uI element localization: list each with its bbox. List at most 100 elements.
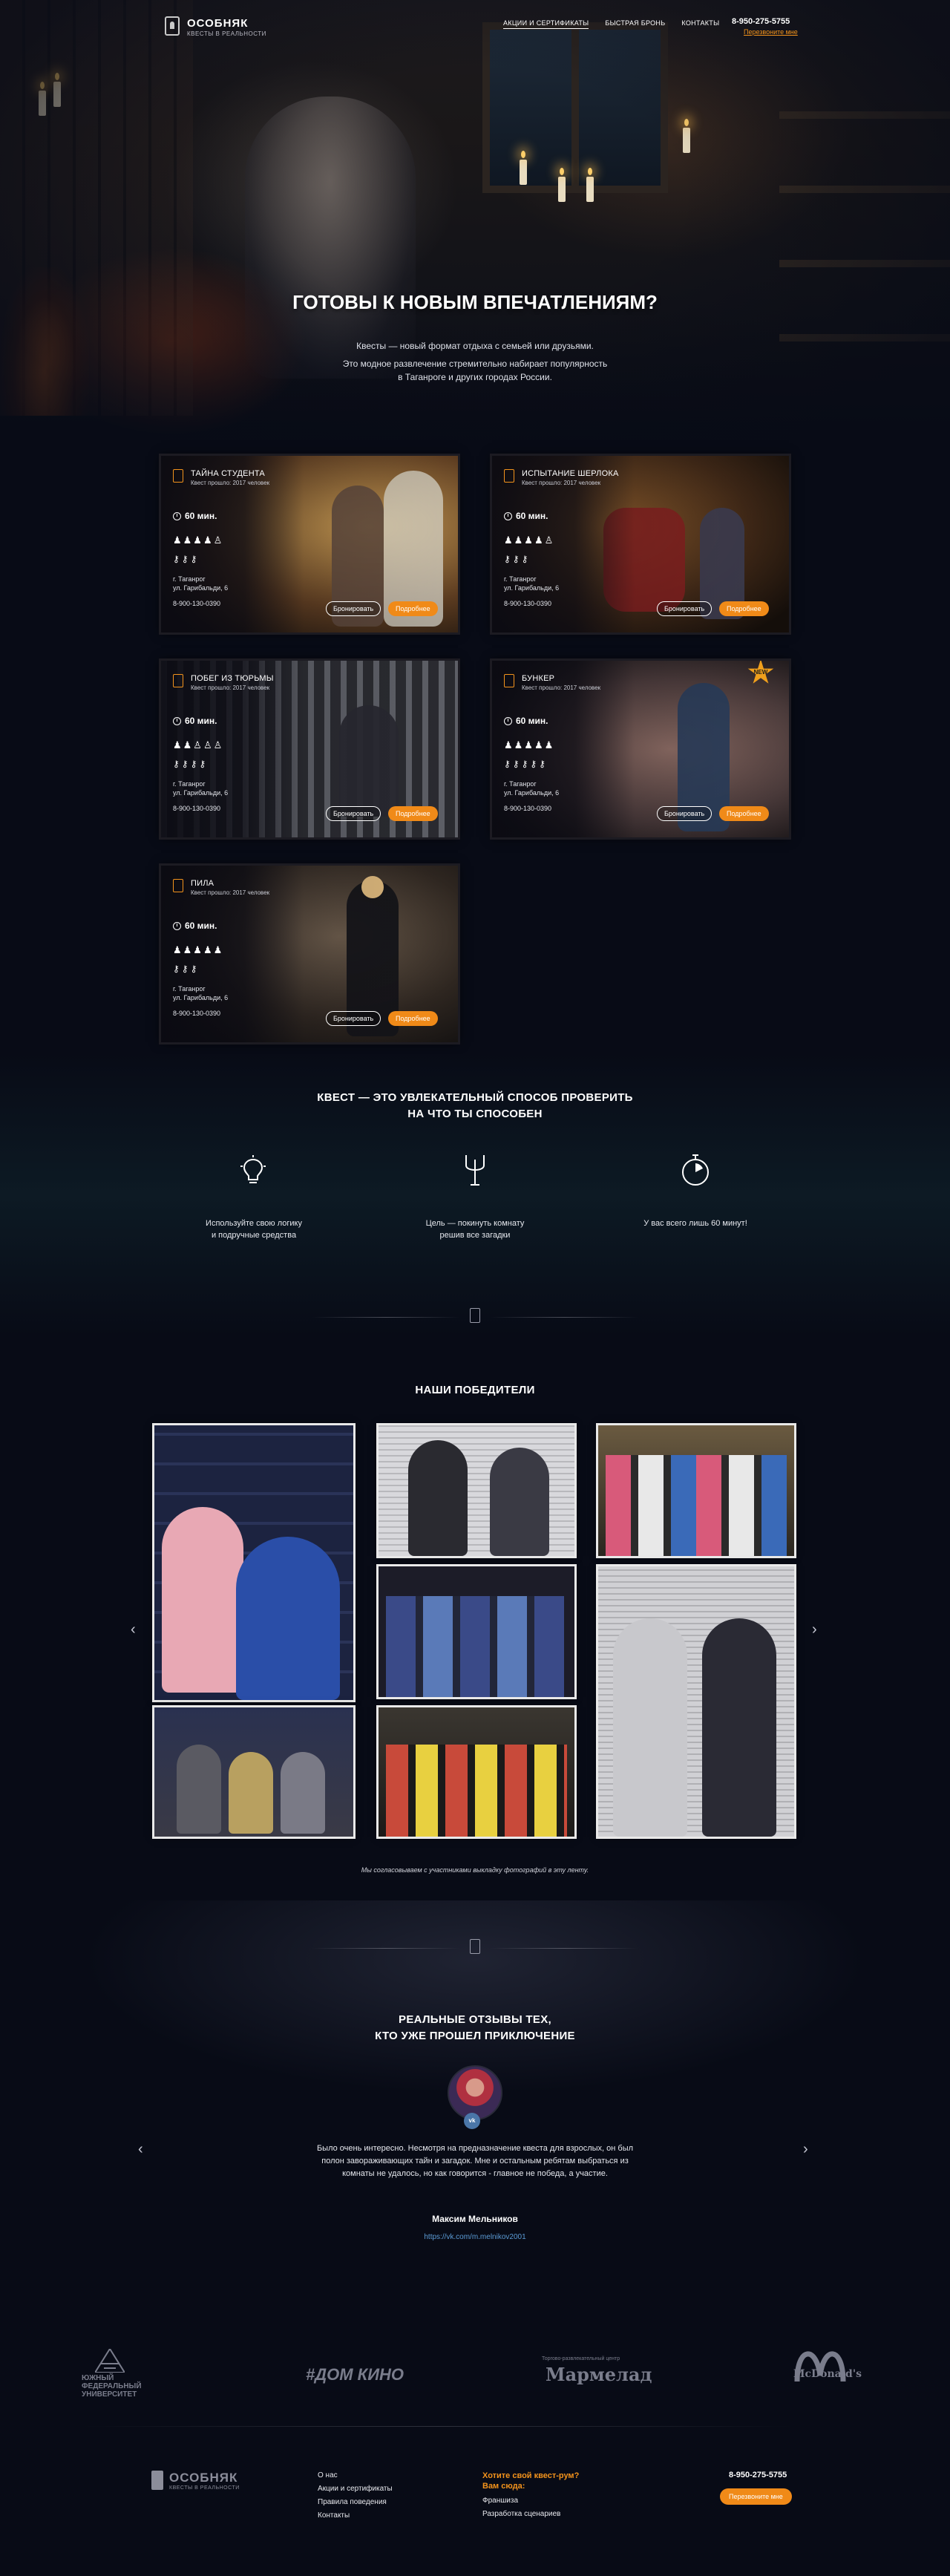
nav-promo[interactable]: АКЦИИ И СЕРТИФИКАТЫ xyxy=(503,19,589,29)
footer-callback-button[interactable]: Перезвоните мне xyxy=(720,2488,792,2505)
logo-title: ОСОБНЯК xyxy=(187,17,249,30)
quest-card[interactable]: ТАЙНА СТУДЕНТА Квест прошло: 2017 челове… xyxy=(161,456,458,632)
winner-photo[interactable] xyxy=(154,1707,353,1837)
quest-city: г. Таганрог xyxy=(504,780,537,788)
partner-mcdonalds-text: McDonald's xyxy=(793,2368,862,2380)
feature-2-line1: Цель — покинуть комнату xyxy=(425,1219,525,1228)
footer-logo-subtitle: КВЕСТЫ В РЕАЛЬНОСТИ xyxy=(169,2485,240,2491)
winner-person xyxy=(236,1537,340,1700)
divider-line xyxy=(312,1948,460,1949)
quest-phone[interactable]: 8-900-130-0390 xyxy=(173,600,220,607)
footer-link-franchise[interactable]: Франшиза xyxy=(482,2494,579,2508)
winner-photo[interactable] xyxy=(154,1425,353,1700)
partner-sfedu[interactable]: ЮЖНЫЙ ФЕДЕРАЛЬНЫЙ УНИВЕРСИТЕТ xyxy=(82,2349,178,2399)
partner-marmelad-caption: Торгово-развлекательный центр xyxy=(542,2356,620,2361)
stopwatch-icon xyxy=(682,1154,709,1186)
reviewer-link[interactable]: https://vk.com/m.melnikov2001 xyxy=(0,2233,950,2241)
book-button[interactable]: Бронировать xyxy=(326,1011,381,1026)
book-button[interactable]: Бронировать xyxy=(326,601,381,616)
quest-street: ул. Гарибальди, 6 xyxy=(173,584,229,592)
clock-icon xyxy=(173,921,181,930)
quest-name: ПОБЕГ ИЗ ТЮРЬМЫ xyxy=(191,674,274,683)
details-button[interactable]: Подробнее xyxy=(719,601,769,616)
details-button[interactable]: Подробнее xyxy=(388,1011,438,1026)
quest-difficulty: ⚷⚷⚷ xyxy=(173,964,200,974)
main-nav: АКЦИИ И СЕРТИФИКАТЫ БЫСТРАЯ БРОНЬ КОНТАК… xyxy=(503,19,719,29)
footer-cta: Хотите свой квест-рум? Вам сюда: Франшиз… xyxy=(482,2471,579,2521)
feature-text-1: Используйте свою логику и подручные средс… xyxy=(157,1217,350,1241)
clock-icon xyxy=(173,716,181,725)
feature-text-3: У вас всего лишь 60 минут! xyxy=(599,1217,792,1229)
quest-street: ул. Гарибальди, 6 xyxy=(504,584,560,592)
footer-cta-line1: Хотите свой квест-рум? xyxy=(482,2471,580,2480)
partner-sfedu-line2: ФЕДЕРАЛЬНЫЙ xyxy=(82,2382,142,2390)
features-title-2: НА ЧТО ТЫ СПОСОБЕН xyxy=(407,1108,543,1120)
quest-players: ♟♟♟♟♟ xyxy=(173,944,224,955)
book-button[interactable]: Бронировать xyxy=(657,806,712,821)
clock-icon xyxy=(504,511,512,520)
quest-card[interactable]: ПОБЕГ ИЗ ТЮРЬМЫ Квест прошло: 2017 челов… xyxy=(161,661,458,837)
quest-time-value: 60 мин. xyxy=(516,716,548,726)
partner-marmelad[interactable]: Мармелад xyxy=(546,2364,652,2385)
footer-link-contacts[interactable]: Контакты xyxy=(318,2509,393,2523)
winner-photo[interactable] xyxy=(598,1566,794,1837)
quest-difficulty: ⚷⚷⚷ xyxy=(504,554,531,564)
partner-dom-kino[interactable]: #ДОМ КИНО xyxy=(306,2365,404,2384)
quest-card[interactable]: ИСПЫТАНИЕ ШЕРЛОКА Квест прошло: 2017 чел… xyxy=(492,456,789,632)
quest-card[interactable]: NEW БУНКЕР Квест прошло: 2017 человек 60… xyxy=(492,661,789,837)
partner-sfedu-line1: ЮЖНЫЙ xyxy=(82,2374,114,2382)
quest-address: г. Таганрог ул. Гарибальди, 6 xyxy=(173,779,228,797)
quest-phone[interactable]: 8-900-130-0390 xyxy=(504,600,551,607)
winner-photo[interactable] xyxy=(379,1566,574,1697)
book-button[interactable]: Бронировать xyxy=(657,601,712,616)
quest-difficulty: ⚷⚷⚷ xyxy=(173,554,200,564)
details-button[interactable]: Подробнее xyxy=(388,601,438,616)
hero-title: ГОТОВЫ К НОВЫМ ВПЕЧАТЛЕНИЯМ? xyxy=(292,291,658,313)
quest-players: ♟♟♟♟♟ xyxy=(504,739,555,751)
quest-city: г. Таганрог xyxy=(173,780,206,788)
clock-icon xyxy=(173,511,181,520)
quest-difficulty: ⚷⚷⚷⚷ xyxy=(173,759,209,769)
details-button[interactable]: Подробнее xyxy=(719,806,769,821)
quest-time-value: 60 мин. xyxy=(185,716,217,726)
details-button[interactable]: Подробнее xyxy=(388,806,438,821)
footer-cta-line2: Вам сюда: xyxy=(482,2482,525,2491)
hero-text-3: в Таганроге и других городах России. xyxy=(398,372,552,382)
quest-phone[interactable]: 8-900-130-0390 xyxy=(504,805,551,812)
reviews-prev-arrow[interactable]: ‹ xyxy=(138,2141,143,2158)
reviews-title-1: РЕАЛЬНЫЕ ОТЗЫВЫ ТЕХ, xyxy=(399,2013,551,2026)
winner-person xyxy=(177,1745,221,1834)
quest-phone[interactable]: 8-900-130-0390 xyxy=(173,1010,220,1017)
winner-photo[interactable] xyxy=(379,1425,574,1556)
winners-next-arrow[interactable]: › xyxy=(812,1621,817,1638)
winner-group xyxy=(386,1596,564,1697)
reviewer-name: Максим Мельников xyxy=(432,2214,518,2224)
vk-icon[interactable]: vk xyxy=(464,2113,480,2129)
book-button[interactable]: Бронировать xyxy=(326,806,381,821)
quest-time: 60 мин. xyxy=(173,921,217,931)
footer-link-rules[interactable]: Правила поведения xyxy=(318,2496,393,2509)
quest-address: г. Таганрог ул. Гарибальди, 6 xyxy=(173,575,228,592)
quest-lock-icon xyxy=(504,469,514,483)
nav-contacts[interactable]: КОНТАКТЫ xyxy=(681,19,719,29)
footer-link-scenarios[interactable]: Разработка сценариев xyxy=(482,2508,579,2521)
winner-photo[interactable] xyxy=(598,1425,794,1556)
features-title-1: КВЕСТ — ЭТО УВЛЕКАТЕЛЬНЫЙ СПОСОБ ПРОВЕРИ… xyxy=(317,1091,633,1104)
reviews-next-arrow[interactable]: › xyxy=(803,2141,808,2158)
header-callback-link[interactable]: Перезвоните мне xyxy=(744,28,798,36)
logo-subtitle: КВЕСТЫ В РЕАЛЬНОСТИ xyxy=(187,30,266,37)
winner-photo[interactable] xyxy=(379,1707,574,1837)
lightbulb-icon xyxy=(240,1155,266,1183)
footer-link-promo[interactable]: Акции и сертификаты xyxy=(318,2482,393,2496)
nav-quick-book[interactable]: БЫСТРАЯ БРОНЬ xyxy=(605,19,665,29)
footer-link-about[interactable]: О нас xyxy=(318,2469,393,2482)
quest-phone[interactable]: 8-900-130-0390 xyxy=(173,805,220,812)
winners-prev-arrow[interactable]: ‹ xyxy=(131,1621,136,1638)
footer-phone[interactable]: 8-950-275-5755 xyxy=(729,2471,787,2479)
quest-card[interactable]: ПИЛА Квест прошло: 2017 человек 60 мин. … xyxy=(161,866,458,1042)
winner-person xyxy=(702,1618,776,1837)
footer-divider xyxy=(82,2426,794,2427)
partner-mcdonalds[interactable]: McDonald's xyxy=(787,2346,868,2398)
reviews-title-2: КТО УЖЕ ПРОШЕЛ ПРИКЛЮЧЕНИЕ xyxy=(375,2030,575,2042)
header-phone[interactable]: 8-950-275-5755 xyxy=(732,17,790,26)
